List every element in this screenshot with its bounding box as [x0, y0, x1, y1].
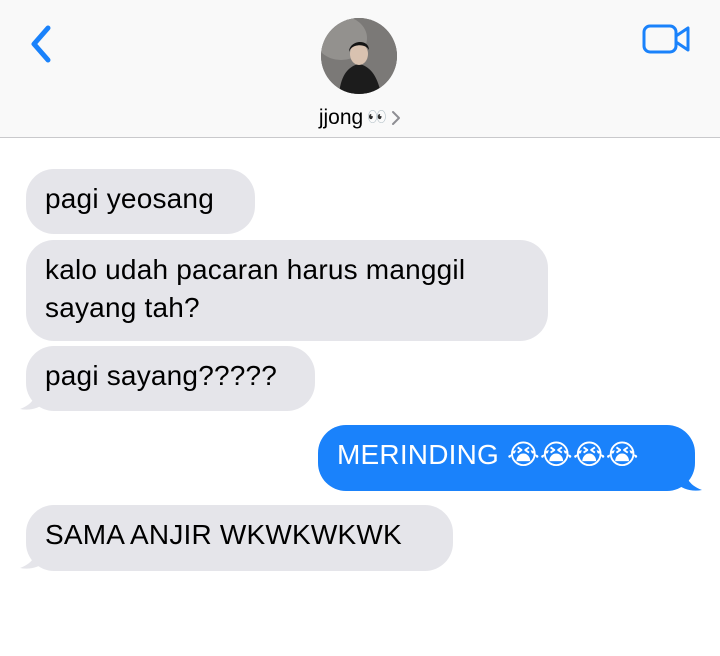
- contact-name-button[interactable]: jjong 👀: [0, 104, 720, 134]
- facetime-video-button[interactable]: [642, 22, 692, 56]
- eyes-emoji: 👀: [367, 109, 388, 126]
- message-bubble-incoming[interactable]: pagi sayang?????: [26, 346, 315, 411]
- message-text: pagi sayang?????: [45, 360, 278, 391]
- back-button[interactable]: [26, 22, 60, 66]
- message-text: kalo udah pacaran harus manggil sayang t…: [45, 254, 466, 323]
- message-bubble-incoming[interactable]: kalo udah pacaran harus manggil sayang t…: [26, 240, 548, 341]
- avatar-photo: [321, 18, 397, 94]
- contact-name: jjong: [318, 106, 364, 129]
- contact-avatar[interactable]: [321, 18, 397, 94]
- message-text: pagi yeosang: [45, 183, 214, 214]
- message-text: SAMA ANJIR WKWKWKWK: [45, 519, 402, 550]
- message-bubble-outgoing[interactable]: MERINDING 😭😭😭😭: [318, 425, 695, 491]
- message-bubble-incoming[interactable]: pagi yeosang: [26, 169, 255, 234]
- chevron-left-icon: [31, 25, 51, 63]
- video-camera-icon: [642, 24, 690, 54]
- chevron-right-icon: [391, 106, 401, 134]
- message-bubble-incoming[interactable]: SAMA ANJIR WKWKWKWK: [26, 505, 453, 571]
- message-text: MERINDING 😭😭😭😭: [337, 439, 639, 470]
- conversation-header: jjong 👀: [0, 0, 720, 138]
